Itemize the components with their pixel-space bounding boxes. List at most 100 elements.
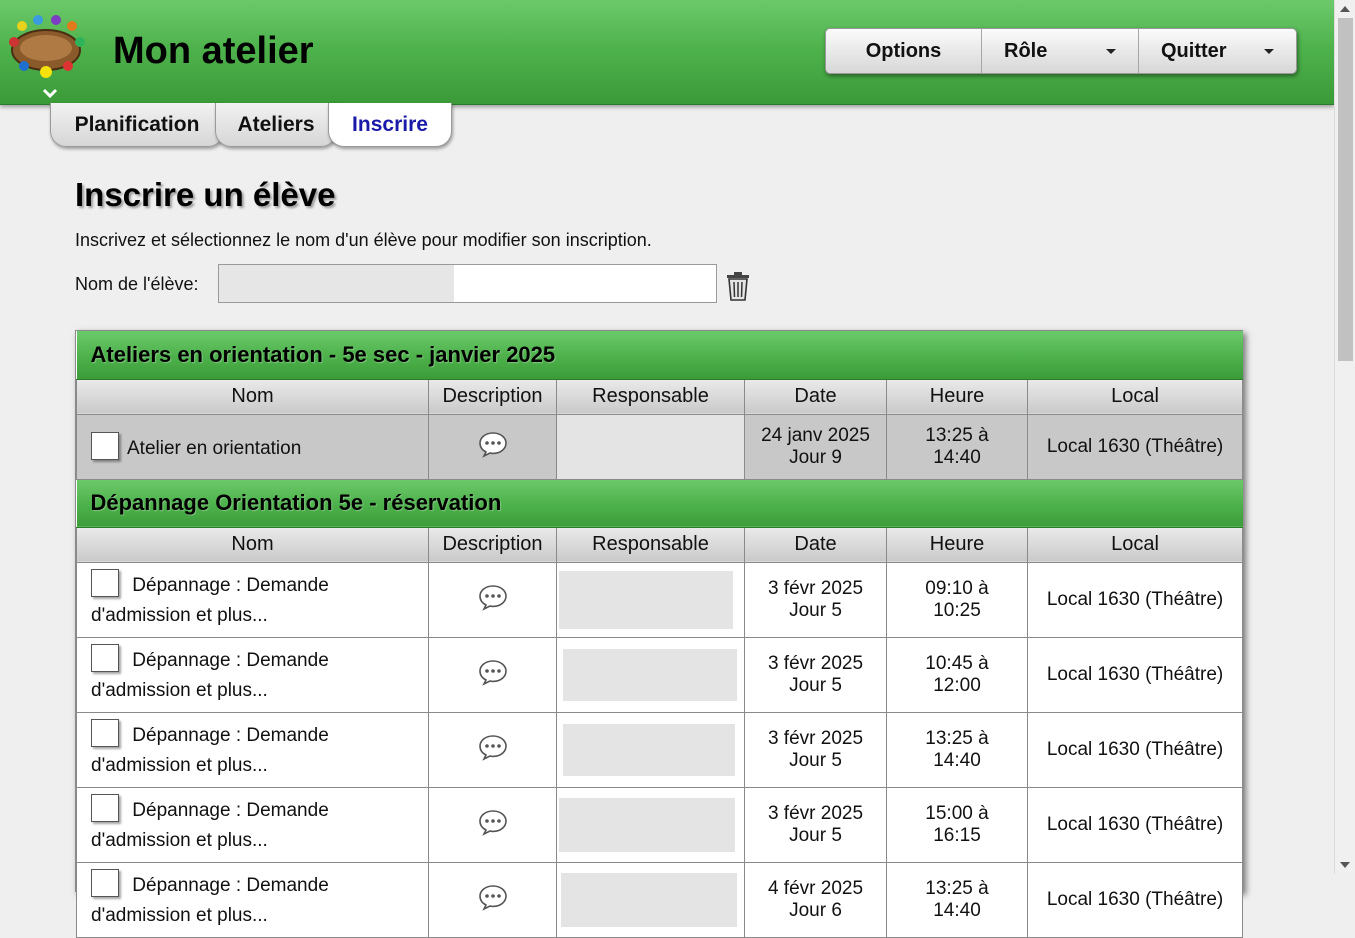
caret-down-icon [1106,49,1116,54]
workshop-name-line2: d'admission et plus... [91,604,268,626]
chevron-down-icon[interactable] [40,86,60,100]
responsable-cell [556,413,745,480]
app-title: Mon atelier [113,30,314,72]
name-cell: Dépannage : Demande d'admission et plus..… [76,636,429,713]
workshop-name-line1: Dépannage : Demande [132,874,329,896]
date-cell: 3 févr 2025 Jour 5 [744,786,887,863]
scroll-down-icon[interactable] [1340,862,1350,868]
student-name-field[interactable] [218,264,717,303]
quit-button[interactable]: Quitter [1139,29,1296,73]
time-start: 13:25 à [925,424,989,446]
tab-planification[interactable]: Planification [50,103,224,147]
logo-icon[interactable] [4,12,88,82]
workshop-name-line2: d'admission et plus... [91,904,268,926]
responsable-cell [556,636,745,713]
table-row[interactable]: Dépannage : Demande d'admission et plus..… [76,786,1244,863]
speech-bubble-icon[interactable] [478,808,508,836]
workshop-name-line1: Dépannage : Demande [132,574,329,596]
table-row[interactable]: Atelier en orientation 24 janv 2025 Jour … [76,413,1244,480]
role-label: Rôle [1004,39,1048,62]
local-cell: Local 1630 (Théâtre) [1026,861,1244,938]
col-date: Date [744,378,887,415]
section-title: Dépannage Orientation 5e - réservation [76,479,1243,528]
responsable-cell [556,711,745,788]
local-cell: Local 1630 (Théâtre) [1026,636,1244,713]
date-cell: 3 févr 2025 Jour 5 [744,636,887,713]
speech-bubble-icon[interactable] [478,733,508,761]
select-checkbox[interactable] [91,794,119,823]
table-row[interactable]: Dépannage : Demande d'admission et plus..… [76,561,1244,638]
workshop-name-line2: d'admission et plus... [91,679,268,701]
workshop-name-line1: Dépannage : Demande [132,724,329,746]
responsable-placeholder [559,570,733,629]
time-cell: 09:10 à 10:25 [886,561,1028,638]
table-row[interactable]: Dépannage : Demande d'admission et plus..… [76,861,1244,938]
top-menu: Options Rôle Quitter [825,28,1297,74]
workshop-name-line1: Dépannage : Demande [132,799,329,821]
time-end: 14:40 [933,899,981,921]
tab-label: Ateliers [237,112,315,136]
speech-bubble-icon[interactable] [478,583,508,611]
workshops-table: Ateliers en orientation - 5e sec - janvi… [76,331,1244,938]
select-checkbox[interactable] [91,719,119,748]
description-cell [428,636,557,713]
col-heure: Heure [886,526,1028,563]
local-cell: Local 1630 (Théâtre) [1026,786,1244,863]
speech-bubble-icon[interactable] [478,430,508,458]
time-cell: 13:25 à 14:40 [886,861,1028,938]
name-cell: Atelier en orientation [76,413,429,480]
tab-label: Inscrire [352,112,428,136]
date-text: 3 févr 2025 [767,802,864,824]
column-headers: Nom Description Responsable Date Heure L… [76,526,1244,563]
options-button[interactable]: Options [826,29,982,73]
workshop-name-line1: Dépannage : Demande [132,649,329,671]
day-text: Jour 5 [789,749,842,771]
role-button[interactable]: Rôle [982,29,1139,73]
select-checkbox[interactable] [91,644,119,673]
tab-inscrire[interactable]: Inscrire [328,103,452,147]
workshop-name-line2: d'admission et plus... [91,829,268,851]
responsable-placeholder [559,797,735,852]
col-description: Description [428,526,557,563]
local-cell: Local 1630 (Théâtre) [1026,561,1244,638]
local-cell: Local 1630 (Théâtre) [1026,413,1244,480]
time-cell: 13:25 à 14:40 [886,413,1028,480]
col-nom: Nom [76,526,429,563]
table-row[interactable]: Dépannage : Demande d'admission et plus..… [76,636,1244,713]
speech-bubble-icon[interactable] [478,658,508,686]
time-start: 15:00 à [925,802,989,824]
time-end: 14:40 [933,749,981,771]
local-cell: Local 1630 (Théâtre) [1026,711,1244,788]
scroll-up-icon[interactable] [1340,6,1350,12]
tab-label: Planification [74,112,200,136]
speech-bubble-icon[interactable] [478,883,508,911]
date-text: 3 févr 2025 [767,577,864,599]
tab-ateliers[interactable]: Ateliers [215,103,337,147]
workshop-tables: Ateliers en orientation - 5e sec - janvi… [75,330,1244,938]
col-nom: Nom [76,378,429,415]
responsable-cell [556,786,745,863]
scrollbar-thumb[interactable] [1338,18,1353,361]
time-start: 13:25 à [925,877,989,899]
caret-down-icon [1264,49,1274,54]
student-name-input[interactable] [454,265,716,302]
responsable-placeholder [561,872,737,927]
name-cell: Dépannage : Demande d'admission et plus..… [76,561,429,638]
trash-icon[interactable] [725,270,751,302]
day-text: Jour 5 [789,599,842,621]
table-row[interactable]: Dépannage : Demande d'admission et plus..… [76,711,1244,788]
date-cell: 24 janv 2025 Jour 9 [744,413,887,480]
select-checkbox[interactable] [91,432,119,461]
responsable-placeholder [563,723,735,776]
section-header: Dépannage Orientation 5e - réservation [76,479,1243,528]
page-scrollbar[interactable] [1334,0,1355,874]
description-cell [428,711,557,788]
select-checkbox[interactable] [91,569,119,598]
day-text: Jour 6 [789,899,842,921]
description-cell [428,861,557,938]
student-name-label: Nom de l'élève: [75,274,199,294]
name-cell: Dépannage : Demande d'admission et plus..… [76,861,429,938]
col-local: Local [1026,526,1244,563]
page-intro: Inscrivez et sélectionnez le nom d'un él… [75,230,652,250]
col-heure: Heure [886,378,1028,415]
